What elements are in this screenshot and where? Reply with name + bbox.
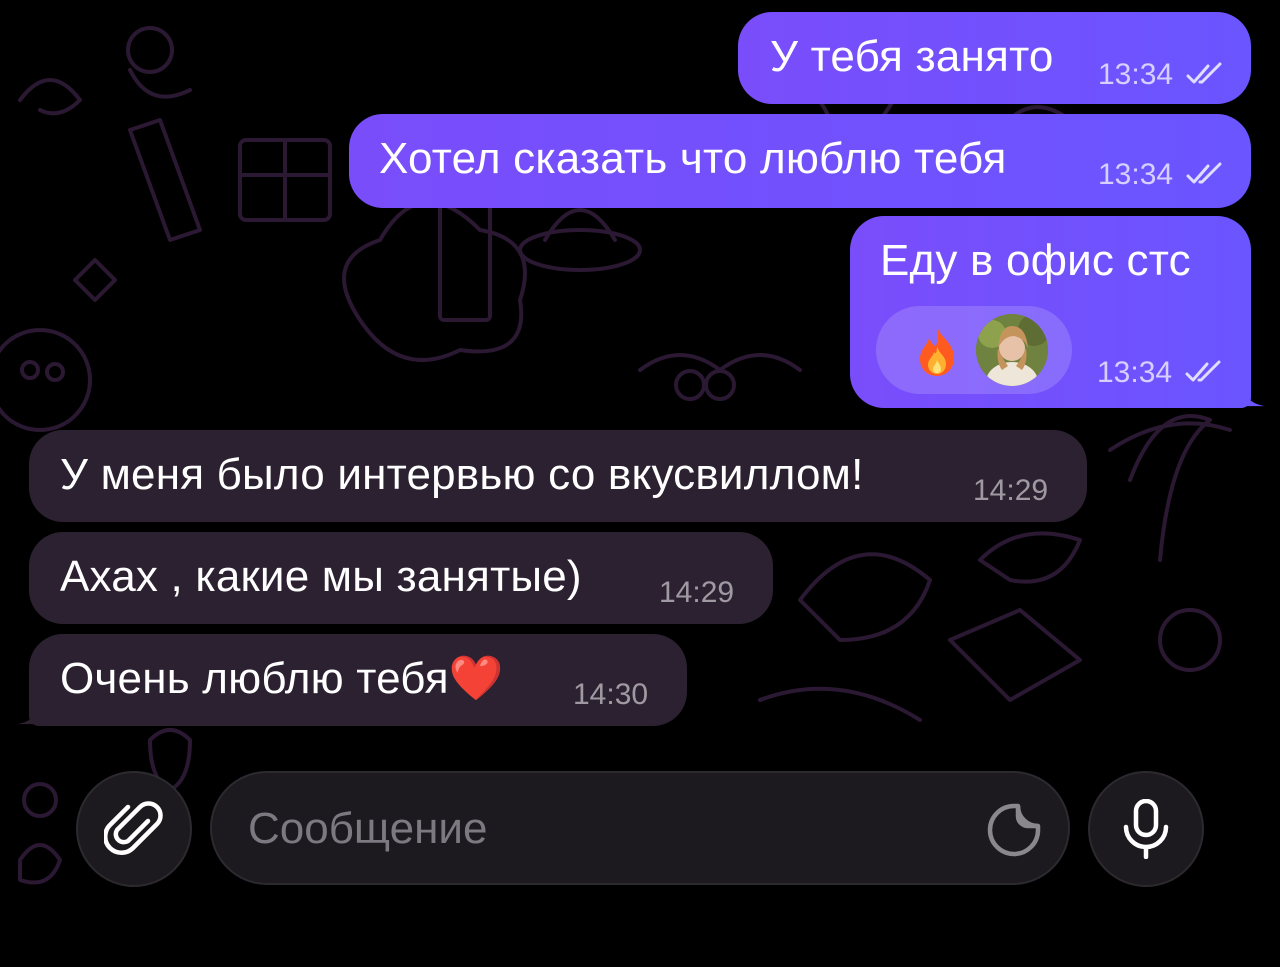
paperclip-icon <box>104 801 163 856</box>
message-time: 13:34 <box>1098 158 1174 191</box>
incoming-message[interactable]: Очень люблю тебя❤️ 14:30 <box>29 634 687 726</box>
message-text: Еду в офис стс <box>880 236 1191 285</box>
sticker-icon[interactable] <box>986 802 1042 858</box>
fire-emoji-icon <box>920 326 954 376</box>
message-text: Ахах , какие мы занятые) <box>60 552 582 601</box>
message-input-placeholder: Сообщение <box>248 804 488 853</box>
message-time: 13:34 <box>1098 58 1174 91</box>
attach-button[interactable] <box>76 771 192 887</box>
message-input[interactable]: Сообщение <box>210 771 1070 885</box>
incoming-message[interactable]: У меня было интервью со вкусвиллом! 14:2… <box>29 430 1087 522</box>
avatar <box>976 314 1048 386</box>
outgoing-message[interactable]: У тебя занято 13:34 <box>738 12 1251 104</box>
bubble-tail <box>1239 380 1266 407</box>
message-text: Хотел сказать что люблю тебя <box>379 134 1007 183</box>
message-time: 13:34 <box>1097 356 1173 389</box>
double-check-icon <box>1186 62 1222 84</box>
reaction-pill[interactable] <box>876 306 1072 394</box>
message-text: Очень люблю тебя❤️ <box>60 654 504 703</box>
message-text: У тебя занято <box>770 32 1054 81</box>
double-check-icon <box>1186 162 1222 184</box>
message-time: 14:29 <box>659 576 735 609</box>
outgoing-message[interactable]: Еду в офис стс 13:34 <box>850 216 1251 408</box>
message-time: 14:29 <box>973 474 1049 507</box>
voice-record-button[interactable] <box>1088 771 1204 887</box>
incoming-message[interactable]: Ахах , какие мы занятые) 14:29 <box>29 532 773 624</box>
double-check-icon <box>1185 360 1221 382</box>
message-time: 14:30 <box>573 678 649 711</box>
bubble-tail <box>16 698 43 725</box>
outgoing-message[interactable]: Хотел сказать что люблю тебя 13:34 <box>349 114 1251 208</box>
microphone-icon <box>1123 799 1169 859</box>
message-text: У меня было интервью со вкусвиллом! <box>60 450 864 499</box>
